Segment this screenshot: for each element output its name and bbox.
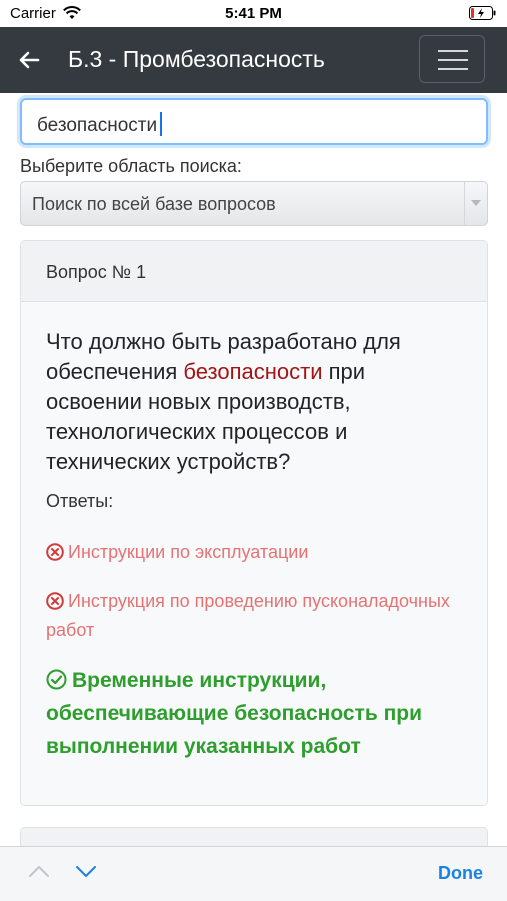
app-navbar: Б.3 - Промбезопасность (0, 27, 507, 93)
search-highlight: безопасности (183, 359, 323, 384)
page-title: Б.3 - Промбезопасность (68, 46, 325, 72)
search-input-value: безопасности (37, 115, 158, 136)
keyboard-accessory-bar: Done (0, 846, 507, 901)
answer-item: Инструкция по проведению пусконаладочных… (46, 587, 466, 645)
hamburger-menu-icon (438, 50, 468, 52)
clock: 5:41 PM (225, 5, 282, 22)
answer-text: Инструкция по проведению пусконаладочных… (46, 591, 450, 640)
hamburger-menu-button[interactable] (419, 35, 485, 83)
chevron-up-icon[interactable] (28, 864, 50, 878)
answer-item-correct: Временные инструкции, обеспечивающие без… (46, 664, 466, 763)
question-card: Вопрос № 1 Что должно быть разработано д… (20, 240, 488, 806)
check-circle-icon (46, 667, 67, 690)
done-button[interactable]: Done (438, 863, 483, 884)
question-number: Вопрос № 1 (46, 262, 147, 282)
question-card-header: Вопрос № 1 (21, 241, 487, 302)
status-bar: Carrier 5:41 PM (0, 0, 507, 27)
battery-charging-icon (469, 6, 497, 24)
search-input[interactable]: безопасности (20, 98, 488, 145)
answers-label: Ответы: (46, 491, 114, 511)
x-circle-icon (46, 590, 64, 610)
chevron-down-icon[interactable] (75, 864, 97, 878)
search-scope-select[interactable]: Поиск по всей базе вопросов (20, 181, 488, 226)
answer-text: Инструкции по эксплуатации (68, 542, 309, 562)
x-circle-icon (46, 541, 64, 561)
search-scope-label: Выберите область поиска: (20, 156, 242, 176)
question-text: Что должно быть разработано для обеспече… (46, 327, 466, 477)
answer-item: Инструкции по эксплуатации (46, 538, 466, 567)
search-scope-selected: Поиск по всей базе вопросов (32, 194, 276, 214)
text-caret (160, 112, 163, 136)
arrow-left-icon[interactable] (18, 49, 40, 71)
hamburger-line (438, 59, 468, 61)
hamburger-line (438, 68, 468, 70)
answer-text: Временные инструкции, обеспечивающие без… (46, 669, 423, 758)
chevron-down-icon (464, 182, 487, 225)
